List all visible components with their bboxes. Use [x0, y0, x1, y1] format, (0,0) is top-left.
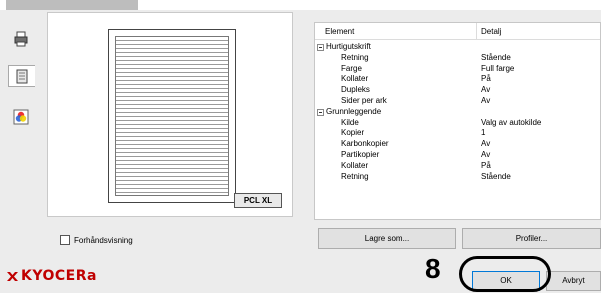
tree-row-element: Kollater: [341, 74, 369, 84]
tree-row-element: Grunnleggende: [326, 106, 382, 116]
tree-row-element: Hurtigutskrift: [326, 42, 371, 51]
tree-row-element: Retning: [341, 52, 369, 62]
tree-header: Element Detalj: [315, 23, 600, 40]
kyocera-emblem-icon: [7, 271, 18, 281]
document-icon: [16, 69, 28, 83]
tree-row[interactable]: Karbonkopier Av: [315, 139, 600, 150]
side-tab-strip: [0, 10, 47, 219]
tree-row-detail: Stående: [481, 171, 511, 181]
column-detail[interactable]: Detalj: [481, 27, 501, 36]
tree-group-row[interactable]: Grunnleggende: [315, 106, 600, 118]
tree-group-row[interactable]: Hurtigutskrift: [315, 42, 600, 53]
tree-row-element: Farge: [341, 63, 362, 73]
color-icon: [13, 109, 29, 125]
collapse-icon[interactable]: [317, 108, 324, 116]
tree-row-detail: På: [481, 74, 491, 84]
tree-row-detail: Valg av autokilde: [481, 117, 542, 127]
step-number: 8: [425, 253, 441, 284]
tree-row-element: Partikopier: [341, 150, 380, 159]
tree-row-element: Kollater: [341, 160, 369, 170]
pcl-xl-badge: PCL XL: [234, 193, 282, 208]
column-element[interactable]: Element: [325, 27, 354, 36]
preview-checkbox[interactable]: [60, 235, 70, 245]
tree-row-element: Sider per ark: [341, 96, 387, 105]
tree-row[interactable]: Kopier 1: [315, 128, 600, 139]
preview-checkbox-row[interactable]: Forhåndsvisning: [60, 234, 133, 246]
tree-row[interactable]: Retning Stående: [315, 52, 600, 64]
tree-row-element: Kilde: [341, 117, 359, 127]
tree-row[interactable]: Kollater På: [315, 160, 600, 172]
column-divider[interactable]: [476, 23, 477, 40]
tree-row-detail: På: [481, 160, 491, 170]
profiles-button[interactable]: Profiler...: [462, 228, 601, 249]
cancel-button[interactable]: Avbryt: [546, 271, 601, 291]
tree-row[interactable]: Partikopier Av: [315, 150, 600, 161]
preview-panel: PCL XL: [47, 12, 293, 217]
tree-row-element: Karbonkopier: [341, 139, 389, 149]
settings-tree[interactable]: Element Detalj Hurtigutskrift Retning Ståe…: [314, 22, 601, 220]
kyocera-logo: KYOCERa: [6, 268, 97, 284]
ok-highlight-circle: [459, 256, 551, 292]
collapse-icon[interactable]: [317, 44, 324, 51]
printer-icon: [14, 31, 28, 47]
tree-row[interactable]: Retning Stående: [315, 171, 600, 183]
save-as-button[interactable]: Lagre som...: [318, 228, 456, 249]
paper-preview: [108, 29, 236, 203]
preview-checkbox-label: Forhåndsvisning: [74, 235, 133, 245]
tree-row-detail: Av: [481, 139, 491, 149]
color-tab[interactable]: [10, 106, 32, 128]
tree-row[interactable]: Farge Full farge: [315, 63, 600, 75]
tree-row-detail: 1: [481, 128, 486, 138]
printer-tab[interactable]: [10, 28, 32, 50]
tree-row-detail: Stående: [481, 52, 511, 62]
tree-row[interactable]: Kollater På: [315, 74, 600, 85]
tree-row-element: Retning: [341, 171, 369, 181]
tree-row[interactable]: Dupleks Av: [315, 85, 600, 96]
tree-row-detail: Full farge: [481, 63, 515, 73]
tree-row-element: Kopier: [341, 128, 365, 138]
tree-row-detail: Av: [481, 150, 491, 159]
tree-row[interactable]: Kilde Valg av autokilde: [315, 117, 600, 129]
document-tab[interactable]: [8, 65, 35, 87]
tree-row-detail: Av: [481, 96, 491, 105]
tree-row-detail: Av: [481, 85, 491, 95]
logo-text: KYOCERa: [21, 268, 97, 284]
tree-row[interactable]: Sider per ark Av: [315, 96, 600, 107]
paper-text-lines: [115, 36, 229, 196]
tree-row-element: Dupleks: [341, 85, 370, 95]
